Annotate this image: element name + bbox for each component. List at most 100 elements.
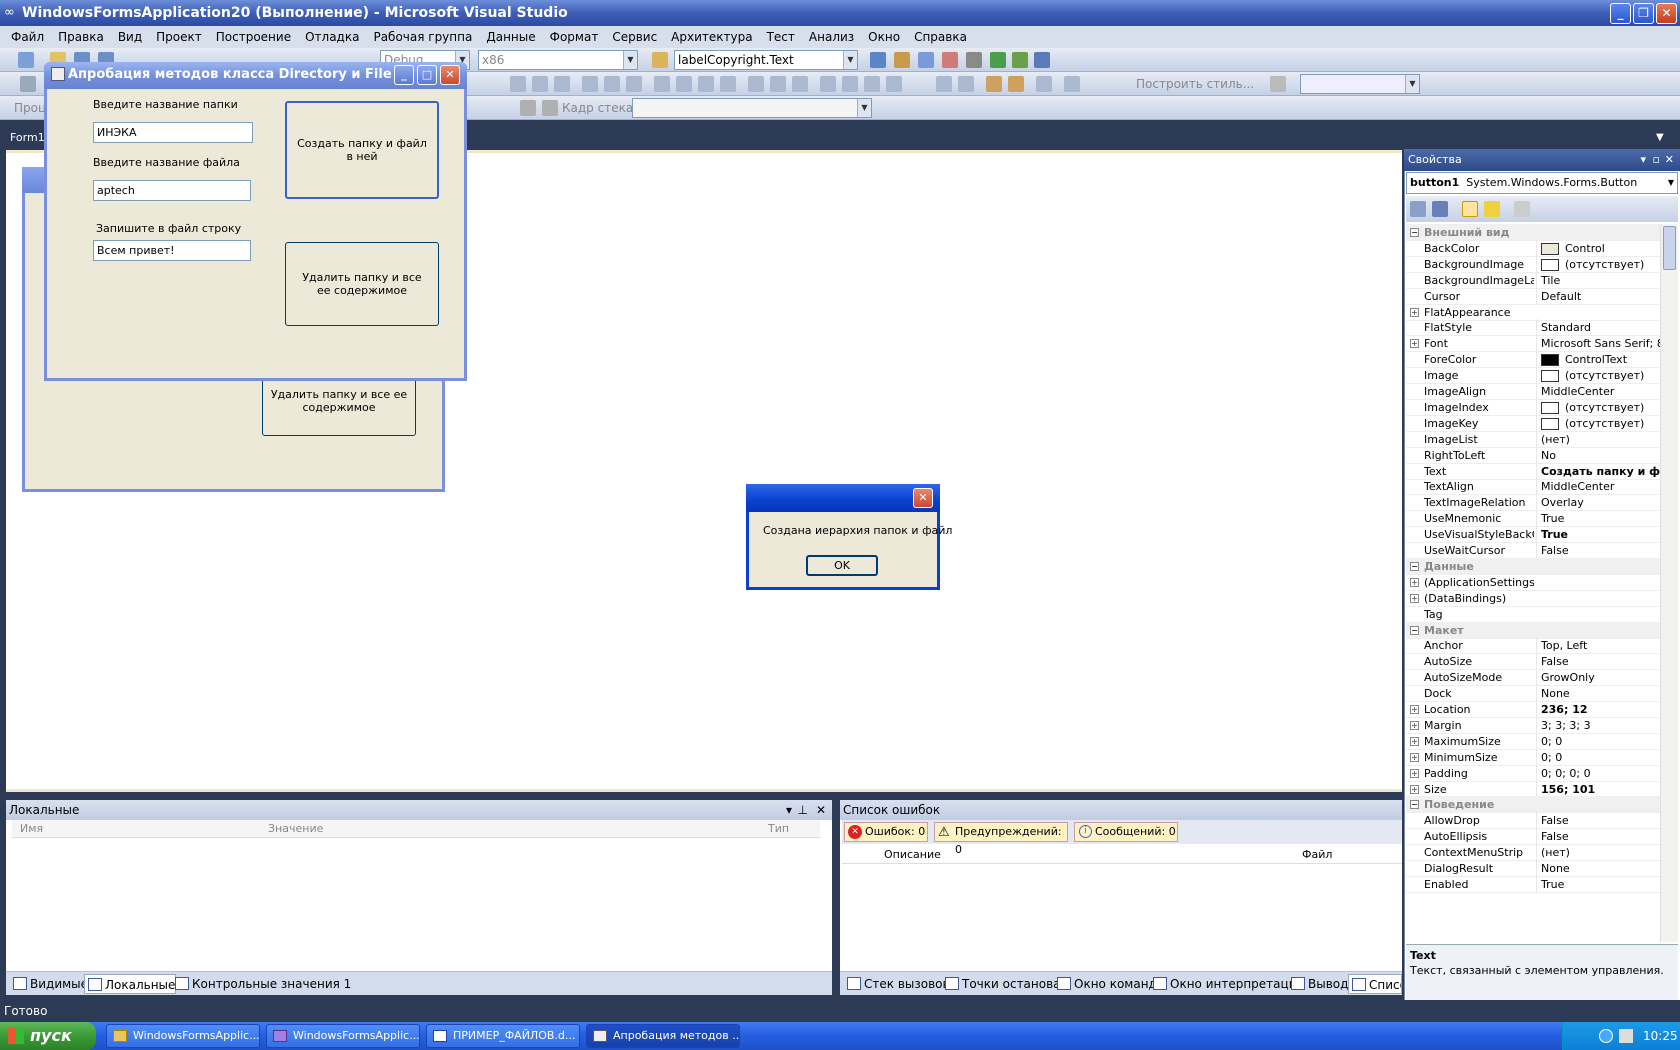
expand-icon[interactable]: + (1410, 785, 1419, 794)
property-value[interactable]: 0; 0 (1536, 749, 1660, 766)
column-description[interactable]: Описание (884, 846, 941, 864)
property-row[interactable]: UseVisualStyleBackCol True (1406, 526, 1660, 543)
start-page-icon[interactable] (990, 52, 1006, 68)
file-name-input[interactable]: aptech (93, 180, 251, 201)
expand-icon[interactable]: + (1410, 737, 1419, 746)
property-value[interactable]: Control (1536, 240, 1660, 257)
property-category[interactable]: − Внешний вид (1406, 224, 1660, 241)
property-value[interactable]: GrowOnly (1536, 669, 1660, 686)
v-spacing-icon[interactable] (820, 76, 836, 92)
property-value[interactable]: Microsoft Sans Serif; 8,25 (1536, 335, 1660, 352)
menu-edit[interactable]: Правка (51, 30, 111, 44)
expand-icon[interactable]: + (1410, 769, 1419, 778)
css-icon[interactable] (1270, 76, 1286, 92)
property-row[interactable]: Enabled True (1406, 876, 1660, 893)
clock[interactable]: 10:25 (1643, 1022, 1678, 1050)
property-row[interactable]: + MaximumSize 0; 0 (1406, 733, 1660, 750)
create-folder-file-button[interactable]: Создать папку и файл в ней (285, 101, 439, 199)
menu-view[interactable]: Вид (111, 30, 149, 44)
property-value[interactable]: (отсутствует) (1536, 415, 1660, 432)
tab-order-icon[interactable] (1036, 76, 1052, 92)
property-row[interactable]: UseWaitCursor False (1406, 542, 1660, 559)
property-value[interactable]: MiddleCenter (1536, 383, 1660, 400)
app-close-button[interactable]: ✕ (440, 65, 460, 85)
property-value[interactable]: Tile (1536, 272, 1660, 289)
column-file[interactable]: Файл (1302, 846, 1332, 864)
tab-breakpoints[interactable]: Точки останова (942, 974, 1061, 994)
property-value[interactable]: Top, Left (1536, 637, 1660, 654)
property-value[interactable]: False (1536, 653, 1660, 670)
expand-icon[interactable]: + (1410, 578, 1419, 587)
property-value[interactable]: (отсутствует) (1536, 256, 1660, 273)
scrollbar-thumb[interactable] (1663, 226, 1676, 270)
property-value[interactable]: Default (1536, 288, 1660, 305)
property-value[interactable]: False (1536, 812, 1660, 829)
center-horizontally-icon[interactable] (936, 76, 952, 92)
property-value[interactable]: False (1536, 542, 1660, 559)
tab-immediate-window[interactable]: Окно интерпретации (1150, 974, 1304, 994)
events-icon[interactable] (1484, 201, 1500, 217)
tab-locals[interactable]: Локальные (84, 974, 177, 994)
object-browser-icon[interactable] (918, 52, 934, 68)
tab-autos[interactable]: Видимые (10, 974, 88, 994)
property-value[interactable]: Overlay (1536, 494, 1660, 511)
align-left-icon[interactable] (510, 76, 526, 92)
property-row[interactable]: BackgroundImage (отсутствует) (1406, 256, 1660, 273)
property-row[interactable]: RightToLeft No (1406, 447, 1660, 464)
send-to-back-icon[interactable] (1008, 76, 1024, 92)
taskbar-button-3[interactable]: ПРИМЕР_ФАЙЛОВ.d... (426, 1024, 580, 1048)
close-button[interactable]: ✕ (1656, 3, 1677, 24)
property-value[interactable]: 3; 3; 3; 3 (1536, 717, 1660, 734)
expand-icon[interactable]: + (1410, 308, 1419, 317)
tab-watch-1[interactable]: Контрольные значения 1 (172, 974, 351, 994)
column-name[interactable]: Имя (20, 820, 43, 838)
menu-architecture[interactable]: Архитектура (664, 30, 759, 44)
property-row[interactable]: Cursor Default (1406, 288, 1660, 305)
menu-debug[interactable]: Отладка (298, 30, 366, 44)
property-row[interactable]: + Padding 0; 0; 0; 0 (1406, 765, 1660, 782)
write-string-input[interactable]: Всем привет! (93, 240, 251, 261)
h-spacing-inc-icon[interactable] (770, 76, 786, 92)
expand-icon[interactable]: + (1410, 339, 1419, 348)
property-value[interactable]: None (1536, 860, 1660, 877)
window-layout-icon[interactable] (1034, 52, 1050, 68)
property-row[interactable]: + (ApplicationSettings) (1406, 574, 1660, 591)
message-box-close-button[interactable]: ✕ (913, 488, 933, 508)
property-value[interactable]: (отсутствует) (1536, 399, 1660, 416)
menu-window[interactable]: Окно (861, 30, 907, 44)
property-row[interactable]: BackgroundImageLayc Tile (1406, 272, 1660, 289)
messages-filter-button[interactable]: i Сообщений: 0 (1074, 822, 1178, 842)
style-combo[interactable]: ▼ (1300, 74, 1420, 94)
property-row[interactable]: UseMnemonic True (1406, 510, 1660, 527)
maximize-button[interactable]: ❐ (1633, 3, 1654, 24)
menu-file[interactable]: Файл (4, 30, 51, 44)
menu-data[interactable]: Данные (479, 30, 542, 44)
start-button[interactable]: пуск (0, 1022, 96, 1050)
collapse-icon[interactable]: − (1410, 800, 1419, 809)
menu-team[interactable]: Рабочая группа (366, 30, 479, 44)
tab-overflow-icon[interactable]: ▼ (1656, 132, 1664, 143)
property-row[interactable]: Dock None (1406, 685, 1660, 702)
align-middle-icon[interactable] (604, 76, 620, 92)
tab-error-list[interactable]: Списо (1348, 974, 1402, 994)
property-row[interactable]: TextAlign MiddleCenter (1406, 478, 1660, 495)
menu-analyze[interactable]: Анализ (802, 30, 861, 44)
expand-icon[interactable]: + (1410, 705, 1419, 714)
property-grid-scrollbar[interactable] (1660, 224, 1678, 942)
tab-call-stack[interactable]: Стек вызовов (844, 974, 950, 994)
property-row[interactable]: ForeColor ControlText (1406, 351, 1660, 368)
object-selector[interactable]: button1 System.Windows.Forms.Button ▼ (1406, 172, 1678, 194)
property-row[interactable]: BackColor Control (1406, 240, 1660, 257)
extension-icon[interactable] (1012, 52, 1028, 68)
panel-close-icon[interactable]: ✕ (816, 800, 826, 820)
align-center-icon[interactable] (532, 76, 548, 92)
categorized-icon[interactable] (1410, 201, 1426, 217)
property-category[interactable]: − Данные (1406, 558, 1660, 575)
find-combo[interactable]: labelCopyright.Text ▼ (674, 50, 858, 70)
property-value[interactable]: Standard (1536, 319, 1660, 336)
align-right-icon[interactable] (554, 76, 570, 92)
taskbar-button-2[interactable]: WindowsFormsApplic... (266, 1024, 420, 1048)
volume-icon[interactable] (1619, 1029, 1633, 1043)
property-value[interactable]: True (1536, 526, 1660, 543)
build-style-button[interactable]: Построить стиль... (1136, 77, 1254, 91)
